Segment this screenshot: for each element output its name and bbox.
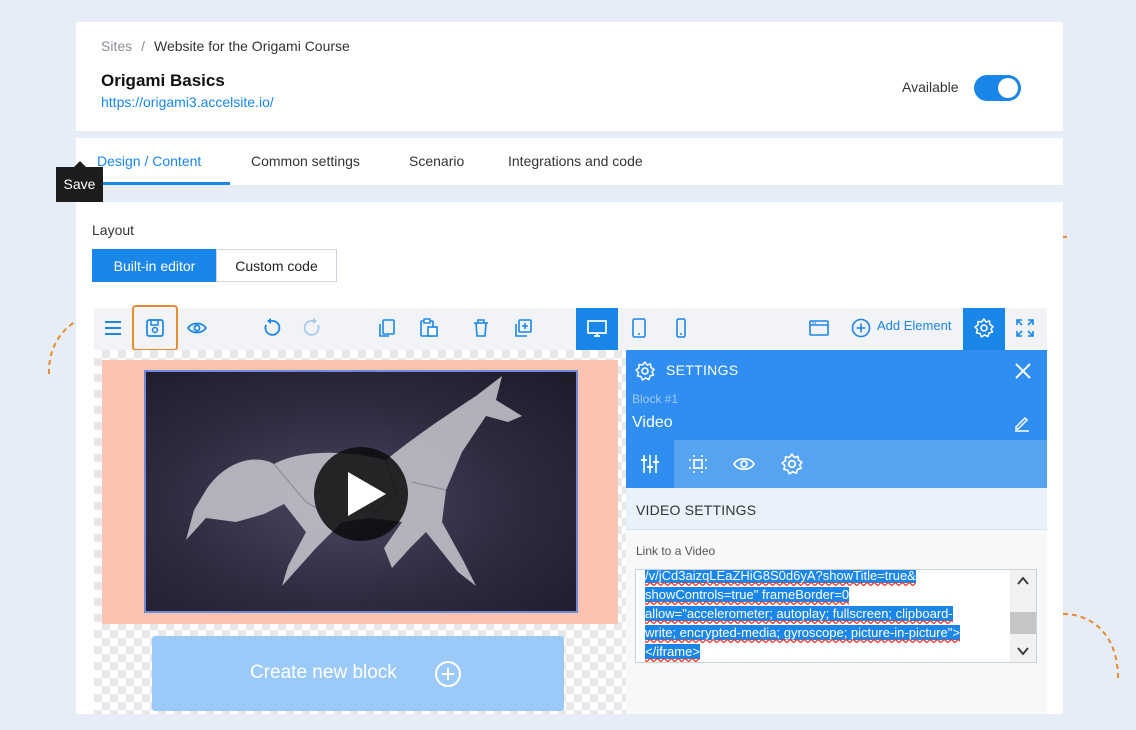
tab-scenario[interactable]: Scenario <box>409 153 464 169</box>
link-to-video-label: Link to a Video <box>636 544 716 558</box>
desktop-view-button[interactable] <box>576 308 618 350</box>
breadcrumb-root[interactable]: Sites <box>101 38 132 54</box>
save-tooltip: Save <box>56 161 103 202</box>
copy-icon[interactable] <box>376 317 398 339</box>
code-line: write; encrypted-media; gyroscope; pictu… <box>645 625 960 640</box>
embed-code-lines: /v/jCd3aizqLEaZHiG8S0d6yA?showTitle=true… <box>645 569 1003 661</box>
custom-code-button[interactable]: Custom code <box>216 249 337 282</box>
mobile-icon[interactable] <box>670 317 692 339</box>
breadcrumb-current: Website for the Origami Course <box>154 38 350 54</box>
site-url-link[interactable]: https://origami3.accelsite.io/ <box>101 94 274 110</box>
design-content-panel: Layout Built-in editor Custom code Add E… <box>76 202 1063 714</box>
built-in-editor-button[interactable]: Built-in editor <box>92 249 217 282</box>
play-button[interactable] <box>314 447 408 541</box>
save-highlight <box>132 305 178 351</box>
settings-panel: SETTINGS Block #1 Video VIDEO SETTINGS L… <box>626 350 1047 714</box>
duplicate-icon[interactable] <box>512 317 534 339</box>
fullscreen-icon[interactable] <box>1014 317 1036 339</box>
editor-canvas[interactable]: Create new block <box>94 350 626 714</box>
scroll-down-icon[interactable] <box>1017 646 1029 656</box>
settings-header: SETTINGS Block #1 Video <box>626 350 1047 440</box>
tab-common-settings[interactable]: Common settings <box>251 153 360 169</box>
edit-pencil-icon[interactable] <box>1013 414 1031 432</box>
breadcrumb-separator: / <box>141 38 146 54</box>
block-number: Block #1 <box>632 392 679 406</box>
plus-circle-icon <box>435 661 461 687</box>
close-icon[interactable] <box>1014 362 1032 380</box>
create-block-label: Create new block <box>250 662 397 683</box>
video-preview[interactable] <box>144 370 578 613</box>
textarea-scrollbar[interactable] <box>1010 570 1036 662</box>
desktop-icon <box>586 317 608 339</box>
section-title: VIDEO SETTINGS <box>636 502 757 518</box>
scroll-thumb[interactable] <box>1010 612 1036 634</box>
block-name: Video <box>632 414 673 431</box>
undo-icon[interactable] <box>260 317 282 339</box>
site-title: Origami Basics <box>101 71 225 90</box>
paste-icon[interactable] <box>418 317 440 339</box>
code-line: showControls=true" frameBorder=0 <box>645 587 850 602</box>
settings-gear-icon <box>635 361 655 381</box>
tabs-bar: Design / Content Common settings Scenari… <box>76 138 1063 185</box>
breadcrumb: Sites / Website for the Origami Course <box>101 38 350 54</box>
toggle-knob <box>998 78 1018 98</box>
add-icon[interactable] <box>850 317 872 339</box>
code-line: /v/jCd3aizqLEaZHiG8S0d6yA?showTitle=true… <box>645 569 916 583</box>
visibility-icon[interactable] <box>732 452 756 476</box>
delete-icon[interactable] <box>470 317 492 339</box>
settings-tab-adjust[interactable] <box>626 440 674 488</box>
gear-icon[interactable] <box>780 452 804 476</box>
site-header-card: Sites / Website for the Origami Course Ori… <box>76 22 1063 131</box>
menu-icon[interactable] <box>102 317 124 339</box>
code-line: </iframe> <box>645 644 700 659</box>
preview-icon[interactable] <box>186 317 208 339</box>
availability-label: Available <box>902 79 959 95</box>
grid-layout-icon[interactable] <box>686 452 710 476</box>
video-embed-code-textarea[interactable]: /v/jCd3aizqLEaZHiG8S0d6yA?showTitle=true… <box>635 569 1037 663</box>
settings-icon <box>973 317 995 339</box>
tab-design-content[interactable]: Design / Content <box>97 153 201 169</box>
layout-label: Layout <box>92 222 135 238</box>
settings-tabs <box>626 440 1047 488</box>
video-settings-section: VIDEO SETTINGS <box>626 488 1047 530</box>
video-block[interactable] <box>102 360 618 624</box>
tab-integrations[interactable]: Integrations and code <box>508 153 643 169</box>
editor-toolbar: Add Element <box>94 305 1047 351</box>
code-line: allow="accelerometer; autoplay; fullscre… <box>645 606 953 621</box>
create-new-block-button[interactable]: Create new block <box>152 636 564 711</box>
scroll-up-icon[interactable] <box>1017 576 1029 586</box>
browser-window-icon[interactable] <box>808 317 830 339</box>
sliders-icon <box>641 455 659 473</box>
tablet-icon[interactable] <box>628 317 650 339</box>
redo-icon[interactable] <box>302 317 324 339</box>
add-element-button[interactable]: Add Element <box>877 318 951 333</box>
availability-toggle[interactable] <box>974 75 1021 101</box>
settings-toolbar-button[interactable] <box>963 308 1005 350</box>
settings-title: SETTINGS <box>666 362 739 378</box>
